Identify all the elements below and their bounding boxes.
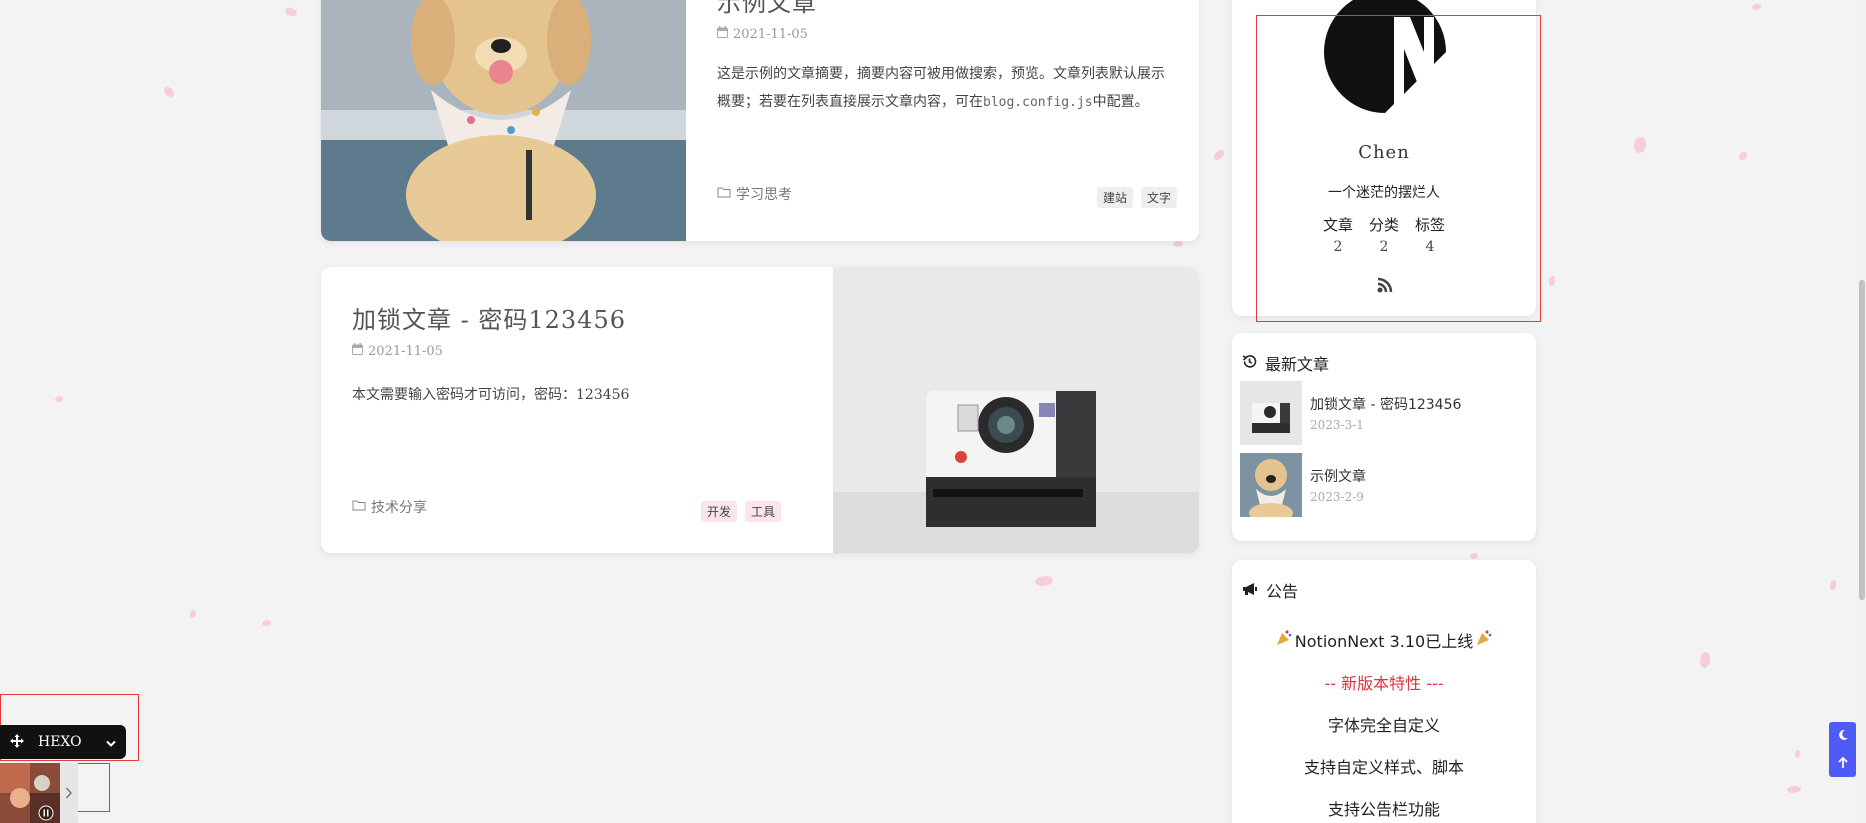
- latest-post-date: 2023-2-9: [1310, 490, 1364, 504]
- category-label: 技术分享: [371, 500, 427, 516]
- latest-post-thumb[interactable]: [1240, 453, 1302, 517]
- latest-post-item[interactable]: 示例文章 2023-2-9: [1240, 453, 1461, 517]
- post-cover-image[interactable]: [833, 267, 1199, 553]
- profile-name[interactable]: Chen: [1232, 142, 1536, 163]
- scrollbar-thumb[interactable]: [1859, 280, 1865, 600]
- bullhorn-icon: [1242, 581, 1258, 600]
- notice-line: 支持自定义样式、脚本: [1303, 758, 1464, 777]
- summary-code: blog.config.js: [983, 95, 1093, 110]
- stat-categories[interactable]: 分类 2: [1369, 214, 1399, 255]
- post-title[interactable]: 加锁文章 - 密码123456: [352, 300, 629, 335]
- tag[interactable]: 工具: [744, 501, 781, 522]
- profile-stats: 文章 2 分类 2 标签 4: [1232, 214, 1536, 255]
- move-icon[interactable]: [10, 733, 24, 752]
- latest-post-title[interactable]: 示例文章: [1310, 466, 1366, 486]
- album-cover[interactable]: [0, 763, 60, 823]
- post-category[interactable]: 学习思考: [717, 184, 792, 204]
- avatar[interactable]: [1324, 0, 1446, 114]
- moon-icon[interactable]: [1837, 726, 1849, 745]
- category-label: 学习思考: [736, 187, 792, 203]
- latest-post-item[interactable]: 加锁文章 - 密码123456 2023-3-1: [1240, 381, 1461, 445]
- music-player[interactable]: [0, 763, 78, 823]
- stat-value: 2: [1379, 239, 1389, 255]
- notice-line: 支持公告栏功能: [1327, 800, 1440, 819]
- profile-bio: 一个迷茫的摆烂人: [1328, 185, 1440, 201]
- notice-subhead: -- 新版本特性 ---: [1324, 674, 1444, 693]
- camera-photo: [833, 267, 1199, 553]
- folder-icon: [352, 499, 366, 515]
- history-icon: [1242, 354, 1257, 373]
- tag[interactable]: 文字: [1140, 187, 1177, 208]
- post-title[interactable]: 示例文章: [717, 0, 1167, 18]
- party-popper-icon: [1475, 629, 1493, 651]
- latest-posts-list: 加锁文章 - 密码123456 2023-3-1 示例文章 2023-2-9: [1240, 381, 1461, 525]
- post-date: 2021-11-05: [717, 26, 1167, 42]
- post-date-text: 2021-11-05: [368, 343, 443, 359]
- notice-headline-text: NotionNext 3.10已上线: [1294, 632, 1474, 651]
- post-date-text: 2021-11-05: [733, 26, 808, 42]
- arrow-up-icon[interactable]: [1837, 754, 1848, 773]
- notice-headline: NotionNext 3.10已上线: [1232, 628, 1536, 652]
- summary-text-end: 中配置。: [1092, 94, 1149, 110]
- theme-name: HEXO: [38, 734, 82, 750]
- calendar-icon: [717, 26, 728, 42]
- chevron-down-icon[interactable]: [106, 733, 116, 752]
- rss-icon[interactable]: [1376, 276, 1394, 294]
- post-date: 2021-11-05: [352, 343, 629, 359]
- stat-tags[interactable]: 标签 4: [1415, 214, 1445, 255]
- page-scrollbar[interactable]: [1858, 0, 1866, 823]
- pause-icon[interactable]: [38, 805, 54, 821]
- party-popper-icon: [1275, 629, 1293, 651]
- dog-photo: [321, 0, 686, 241]
- post-card[interactable]: 示例文章 2021-11-05 这是示例的文章摘要，摘要内容可被用做搜索，预览。…: [321, 0, 1199, 241]
- latest-post-title[interactable]: 加锁文章 - 密码123456: [1310, 394, 1461, 414]
- latest-posts-title: 最新文章: [1265, 355, 1330, 374]
- chevron-right-icon[interactable]: [65, 784, 73, 803]
- post-tags: 开发 工具: [700, 501, 781, 522]
- stat-label: 文章: [1322, 216, 1353, 234]
- profile-card: Chen 一个迷茫的摆烂人 文章 2 分类 2 标签 4: [1232, 0, 1536, 316]
- stat-posts[interactable]: 文章 2: [1323, 214, 1353, 255]
- tag[interactable]: 建站: [1096, 187, 1133, 208]
- stat-label: 分类: [1368, 216, 1399, 234]
- notice-line: 字体完全自定义: [1327, 716, 1440, 735]
- post-summary: 这是示例的文章摘要，摘要内容可被用做搜索，预览。文章列表默认展示概要；若要在列表…: [717, 60, 1167, 117]
- post-tags: 建站 文字: [1096, 187, 1177, 208]
- latest-posts-card: 最新文章 加锁文章 - 密码123456 2023-3-1 示例文章 2023-…: [1232, 333, 1536, 541]
- notice-header: 公告: [1242, 578, 1298, 602]
- stat-value: 2: [1333, 239, 1343, 255]
- post-cover-image[interactable]: [321, 0, 686, 241]
- notice-card: 公告 NotionNext 3.10已上线 -- 新版本特性 --- 字体完全自…: [1232, 560, 1536, 823]
- calendar-icon: [352, 343, 363, 359]
- post-summary: 本文需要输入密码才可访问，密码：123456: [352, 387, 630, 403]
- notice-title: 公告: [1266, 582, 1299, 601]
- theme-switcher[interactable]: HEXO: [0, 725, 126, 759]
- stat-value: 4: [1425, 239, 1435, 255]
- latest-post-thumb[interactable]: [1240, 381, 1302, 445]
- floating-tools: [1829, 722, 1856, 777]
- folder-icon: [717, 186, 731, 202]
- stat-label: 标签: [1415, 216, 1446, 234]
- latest-post-date: 2023-3-1: [1310, 418, 1364, 432]
- post-card[interactable]: 加锁文章 - 密码123456 2021-11-05 本文需要输入密码才可访问，…: [321, 267, 1199, 553]
- latest-posts-header: 最新文章: [1242, 351, 1329, 375]
- post-category[interactable]: 技术分享: [352, 497, 427, 517]
- tag[interactable]: 开发: [700, 501, 737, 522]
